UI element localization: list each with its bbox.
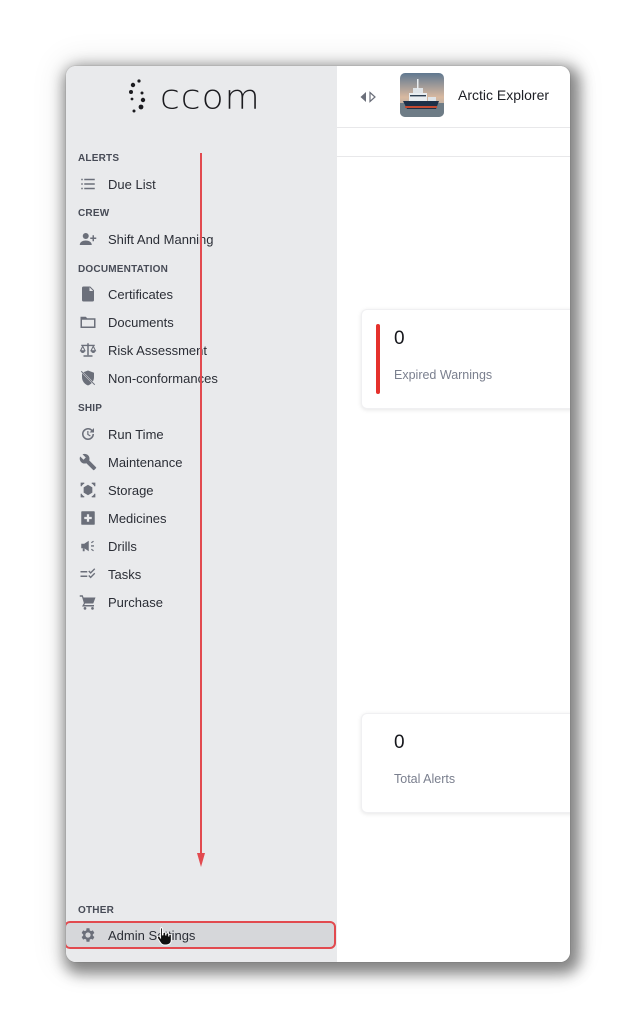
sidebar-item-label: Tasks (108, 566, 142, 582)
folder-icon (79, 313, 97, 331)
section-label-documentation: DOCUMENTATION (78, 264, 168, 275)
section-label-crew: CREW (78, 208, 110, 219)
section-label-alerts: ALERTS (78, 153, 120, 164)
collapse-arrows-icon (360, 91, 376, 103)
person-add-icon (79, 230, 97, 248)
sidebar-item-admin-settings[interactable]: Admin Settings (66, 921, 336, 949)
stat-value: 0 (394, 732, 405, 753)
sidebar-item-label: Maintenance (108, 454, 183, 470)
box-scan-icon (79, 481, 97, 499)
logo[interactable]: ccom (128, 76, 261, 120)
logo-dots-icon (129, 79, 146, 113)
stat-label: Expired Warnings (394, 368, 493, 382)
sub-bar (337, 128, 570, 157)
sidebar-item-label: Drills (108, 538, 137, 554)
stat-value: 0 (394, 328, 405, 349)
hand-cursor-icon (156, 927, 172, 946)
sidebar-item-label: Admin Settings (108, 927, 196, 943)
section-label-ship: SHIP (78, 403, 103, 414)
vessel-name[interactable]: Arctic Explorer (458, 87, 549, 103)
cart-icon (79, 593, 97, 611)
sidebar-item-label: Storage (108, 482, 154, 498)
gear-icon (79, 926, 97, 944)
file-icon (79, 285, 97, 303)
logo-text: ccom (160, 78, 261, 117)
checklist-icon (79, 565, 97, 583)
sidebar-item-label: Medicines (108, 510, 167, 526)
top-bar: Arctic Explorer (337, 66, 570, 128)
app-window: ccom ALERTS Due List CREW Shift And Mann… (66, 66, 570, 962)
sidebar-item-label: Risk Assessment (108, 342, 207, 358)
wrench-icon (79, 453, 97, 471)
medical-plus-icon (79, 509, 97, 527)
sidebar-item-label: Documents (108, 314, 174, 330)
section-label-other: OTHER (78, 905, 114, 916)
sidebar-collapse-toggle[interactable] (359, 90, 377, 104)
scale-icon (79, 341, 97, 359)
stat-label: Total Alerts (394, 772, 456, 786)
stat-card-total-alerts[interactable]: 0 Total Alerts (361, 713, 570, 813)
sidebar-item-label: Certificates (108, 286, 174, 302)
sidebar-item-label: Purchase (108, 594, 163, 610)
main-content: Arctic Explorer 0 Expired Warnings 0 Tot… (337, 66, 570, 962)
megaphone-icon (79, 537, 97, 555)
stat-card-expired-warnings[interactable]: 0 Expired Warnings (361, 309, 570, 409)
vessel-image[interactable] (400, 73, 444, 117)
history-icon (79, 425, 97, 443)
list-icon (79, 175, 97, 193)
annotation-arrow (197, 153, 205, 867)
stat-accent-bar (376, 324, 380, 394)
sidebar-item-label: Run Time (108, 426, 164, 442)
shield-off-icon (79, 369, 97, 387)
sidebar-item-label: Due List (108, 176, 156, 192)
ship-photo-icon (400, 73, 444, 117)
